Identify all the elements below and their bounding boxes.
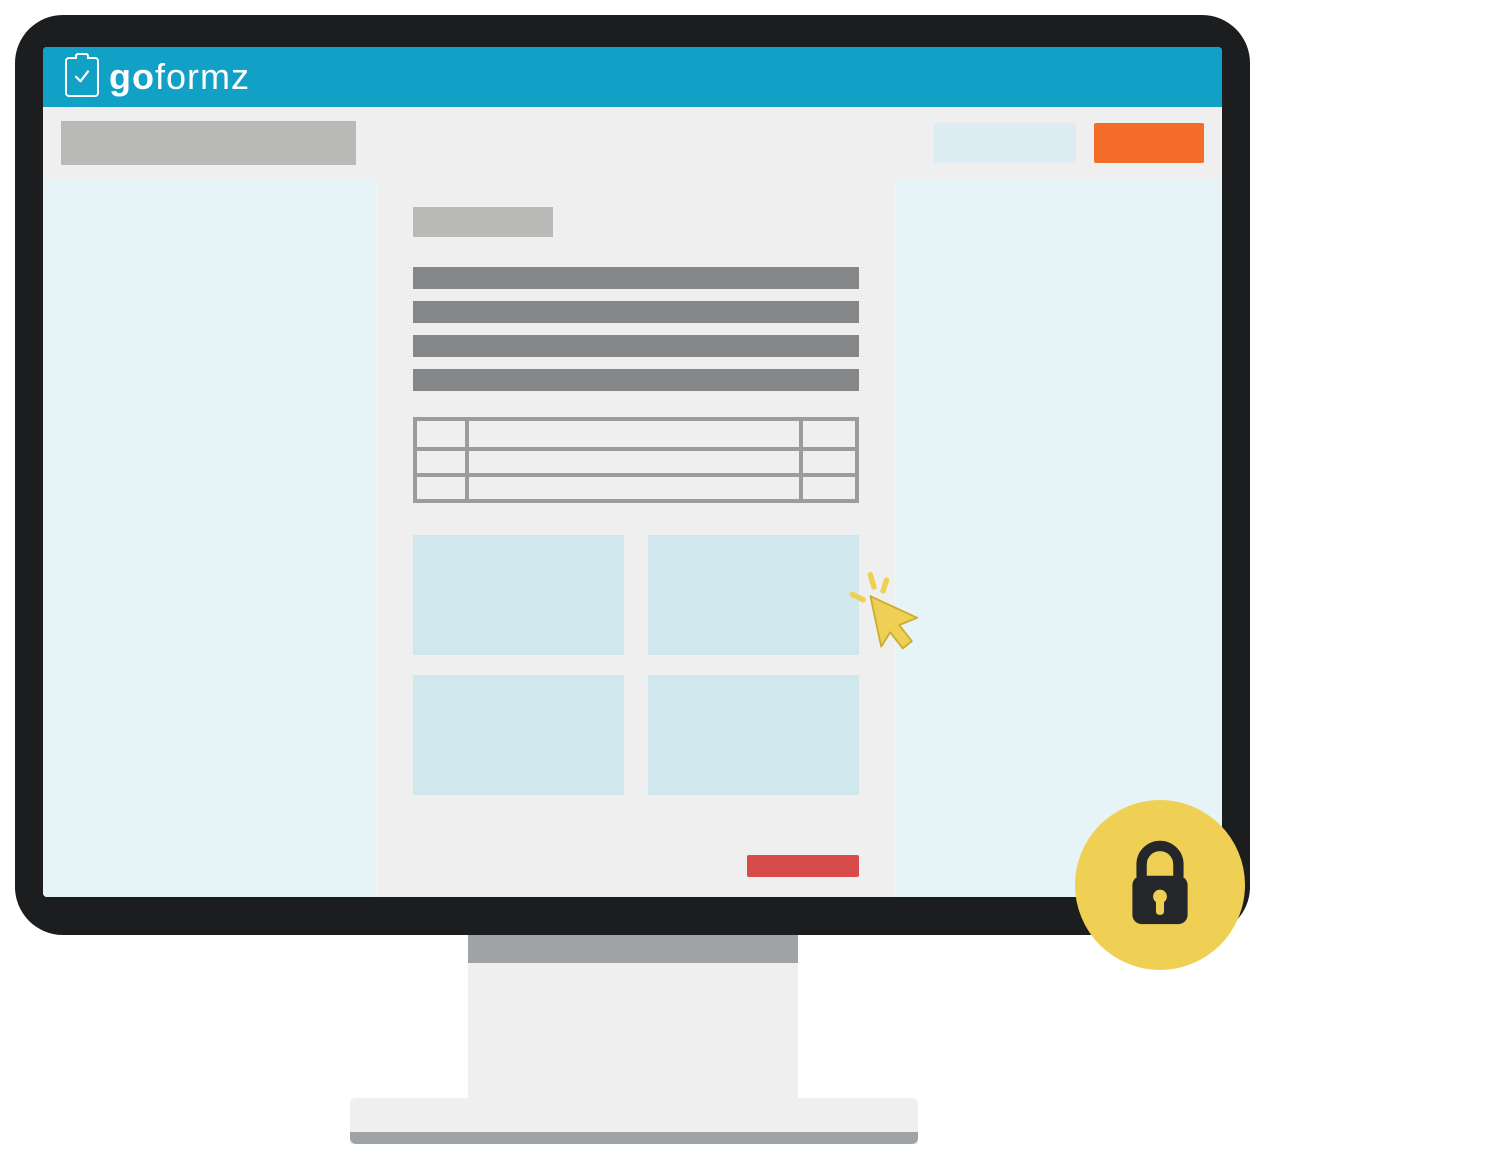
brand-name: goformz — [109, 56, 250, 98]
form-field-line[interactable] — [413, 335, 859, 357]
form-table[interactable] — [413, 417, 859, 503]
table-cell[interactable] — [469, 477, 803, 499]
table-cell[interactable] — [417, 477, 469, 499]
form-field-line[interactable] — [413, 301, 859, 323]
lock-icon — [1124, 839, 1196, 931]
search-input[interactable] — [934, 123, 1076, 163]
form-panel[interactable] — [648, 535, 859, 655]
form-field-line[interactable] — [413, 267, 859, 289]
toolbar-title-placeholder — [61, 121, 356, 165]
table-cell[interactable] — [417, 451, 469, 473]
table-cell[interactable] — [469, 451, 803, 473]
app-header: goformz — [43, 47, 1222, 107]
lock-badge — [1075, 800, 1245, 970]
monitor-bezel: goformz — [15, 15, 1250, 935]
app-toolbar — [43, 107, 1222, 179]
form-action-button[interactable] — [747, 855, 859, 877]
form-panel[interactable] — [413, 535, 624, 655]
form-panel[interactable] — [648, 675, 859, 795]
brand-name-bold: go — [109, 56, 155, 97]
form-document[interactable] — [376, 179, 896, 897]
table-cell[interactable] — [803, 477, 855, 499]
table-row — [417, 473, 855, 499]
brand-logo[interactable]: goformz — [65, 56, 250, 98]
form-panel[interactable] — [413, 675, 624, 795]
table-cell[interactable] — [803, 421, 855, 447]
table-cell[interactable] — [469, 421, 803, 447]
monitor-stand-base — [350, 1098, 918, 1144]
table-cell[interactable] — [803, 451, 855, 473]
workspace — [43, 179, 1222, 897]
monitor-stand-neck — [468, 933, 798, 1103]
app-screen: goformz — [43, 47, 1222, 897]
form-field-line[interactable] — [413, 369, 859, 391]
table-cell[interactable] — [417, 421, 469, 447]
form-title-placeholder — [413, 207, 553, 237]
table-row — [417, 421, 855, 447]
brand-name-light: formz — [155, 56, 250, 97]
clipboard-check-icon — [65, 57, 99, 97]
primary-action-button[interactable] — [1094, 123, 1204, 163]
table-row — [417, 447, 855, 473]
